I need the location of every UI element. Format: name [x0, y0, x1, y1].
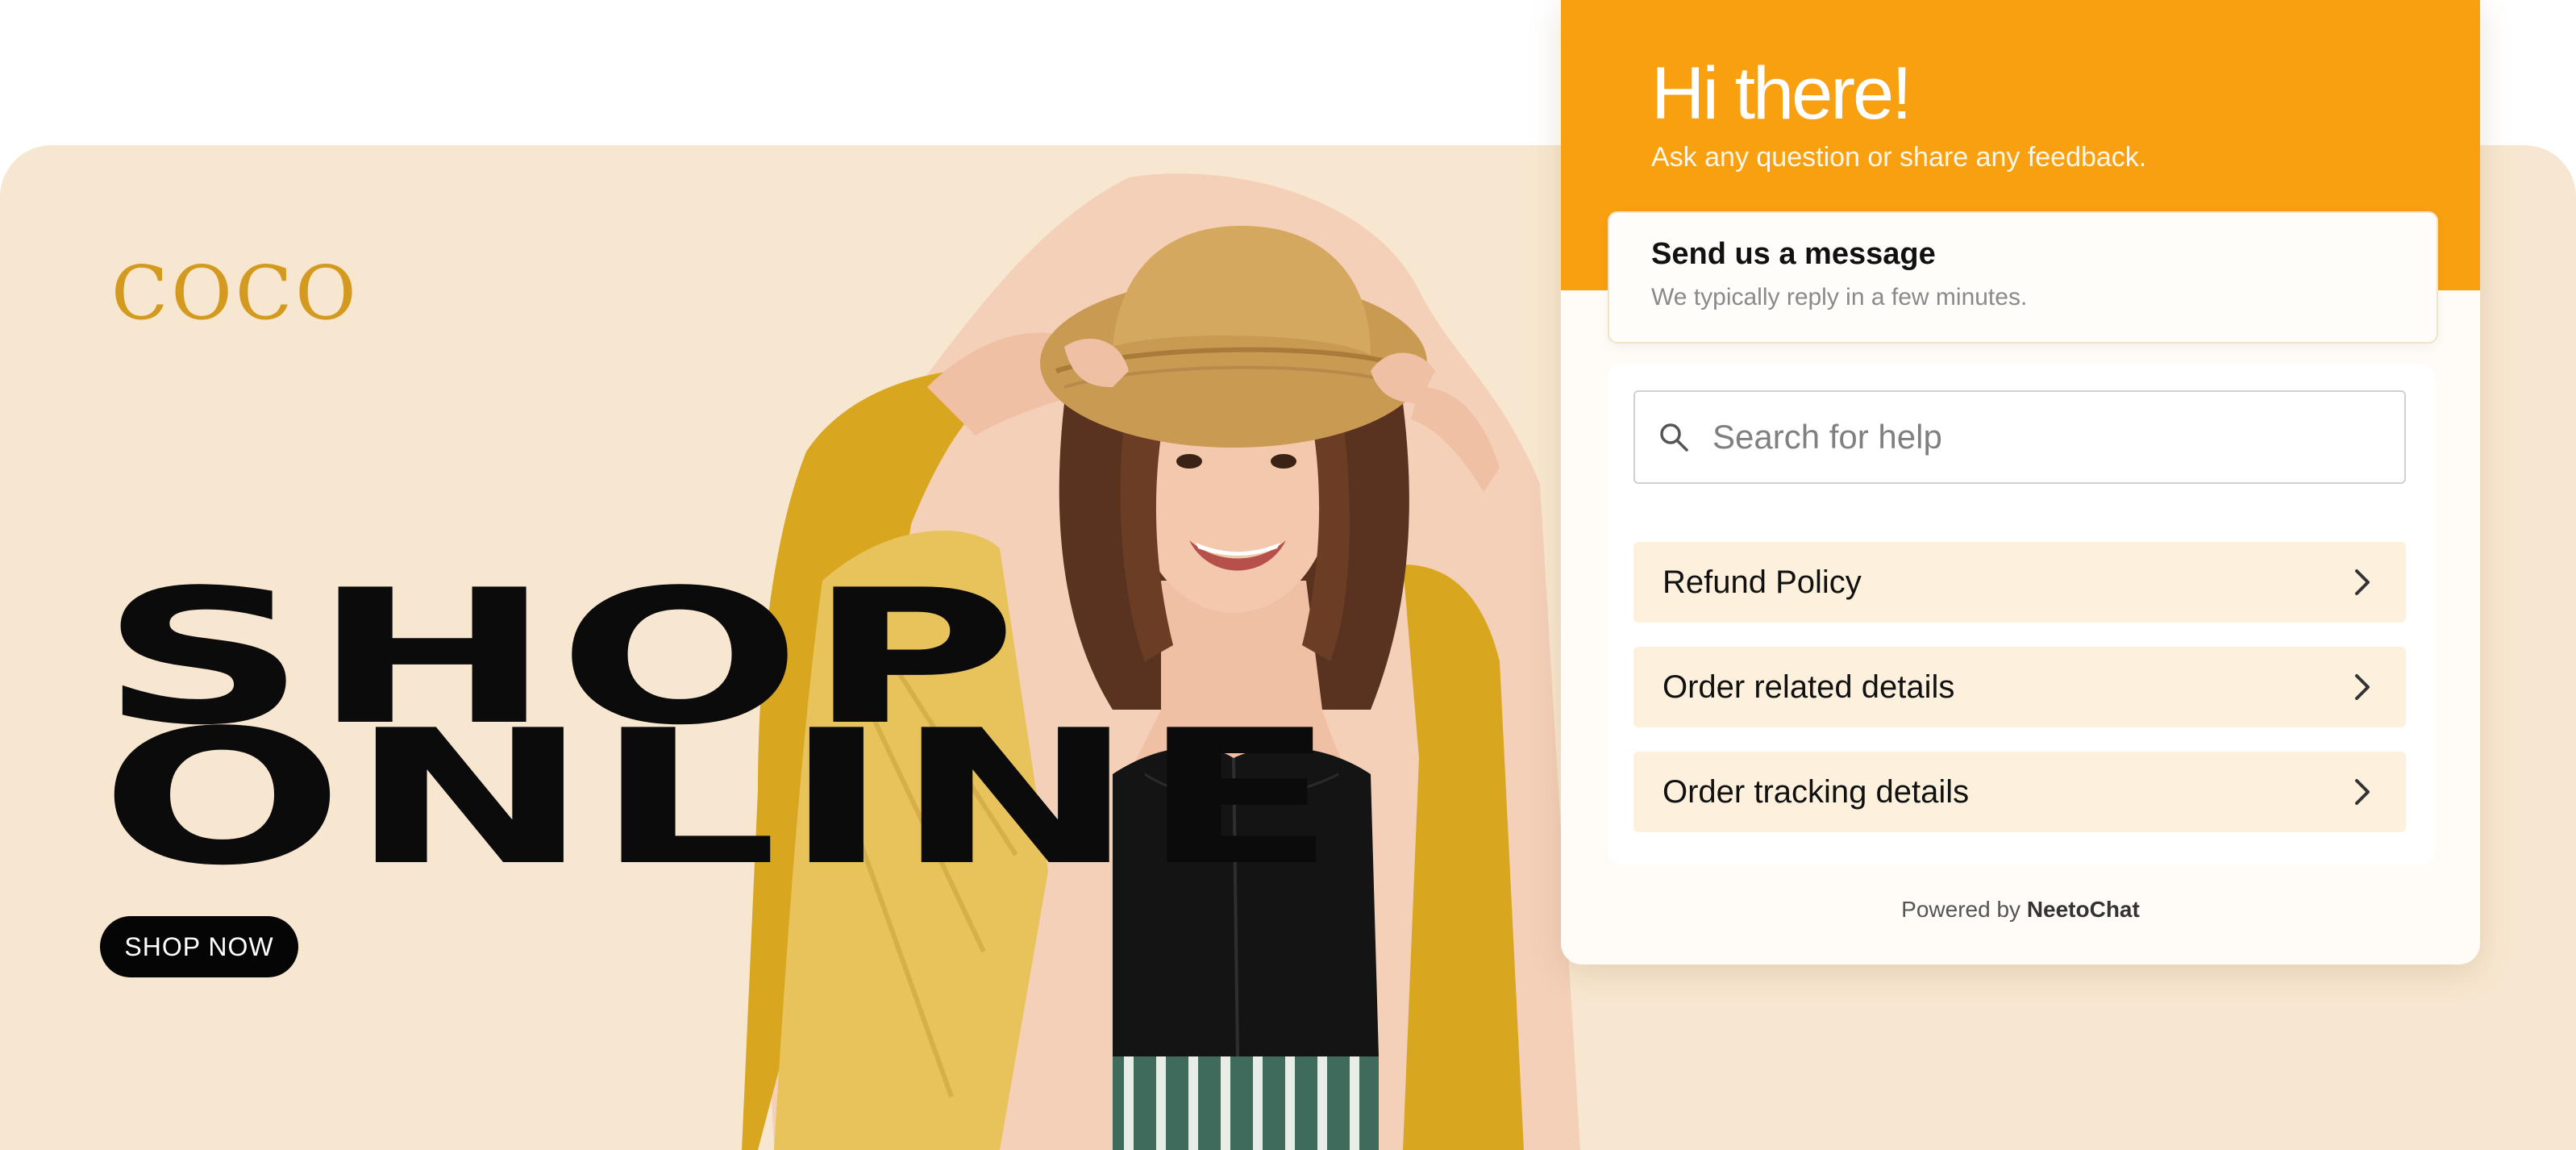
- brand-logo[interactable]: COCO: [111, 250, 360, 336]
- send-message-card[interactable]: Send us a message We typically reply in …: [1608, 211, 2438, 344]
- chat-widget: Hi there! Ask any question or share any …: [1561, 0, 2480, 965]
- topic-label: Order related details: [1663, 669, 1955, 705]
- greeting-subtitle: Ask any question or share any feedback.: [1651, 142, 2147, 173]
- reply-time-note: We typically reply in a few minutes.: [1651, 284, 2028, 310]
- chevron-right-icon: [2353, 776, 2377, 808]
- headline-line-2: ONLINE: [100, 691, 1342, 906]
- greeting-title: Hi there!: [1651, 52, 1912, 135]
- shop-now-button[interactable]: SHOP NOW: [100, 916, 298, 977]
- search-input[interactable]: [1711, 417, 2375, 457]
- search-box[interactable]: [1633, 390, 2406, 484]
- topic-order-related-details[interactable]: Order related details: [1633, 647, 2406, 727]
- powered-by-footer: Powered by NeetoChat: [1561, 897, 2480, 923]
- topic-refund-policy[interactable]: Refund Policy: [1633, 542, 2406, 623]
- powered-by-brand-link[interactable]: NeetoChat: [2027, 897, 2140, 922]
- search-icon: [1658, 419, 1693, 455]
- powered-by-prefix: Powered by: [1901, 897, 2021, 922]
- send-message-title: Send us a message: [1651, 237, 1936, 271]
- chevron-right-icon: [2353, 566, 2377, 598]
- topic-label: Order tracking details: [1663, 773, 1970, 810]
- topic-label: Refund Policy: [1663, 564, 1862, 600]
- headline: SHOP ONLINE: [100, 566, 1337, 892]
- chevron-right-icon: [2353, 671, 2377, 703]
- help-panel: Refund Policy Order related details Orde…: [1608, 365, 2435, 865]
- topic-order-tracking-details[interactable]: Order tracking details: [1633, 752, 2406, 832]
